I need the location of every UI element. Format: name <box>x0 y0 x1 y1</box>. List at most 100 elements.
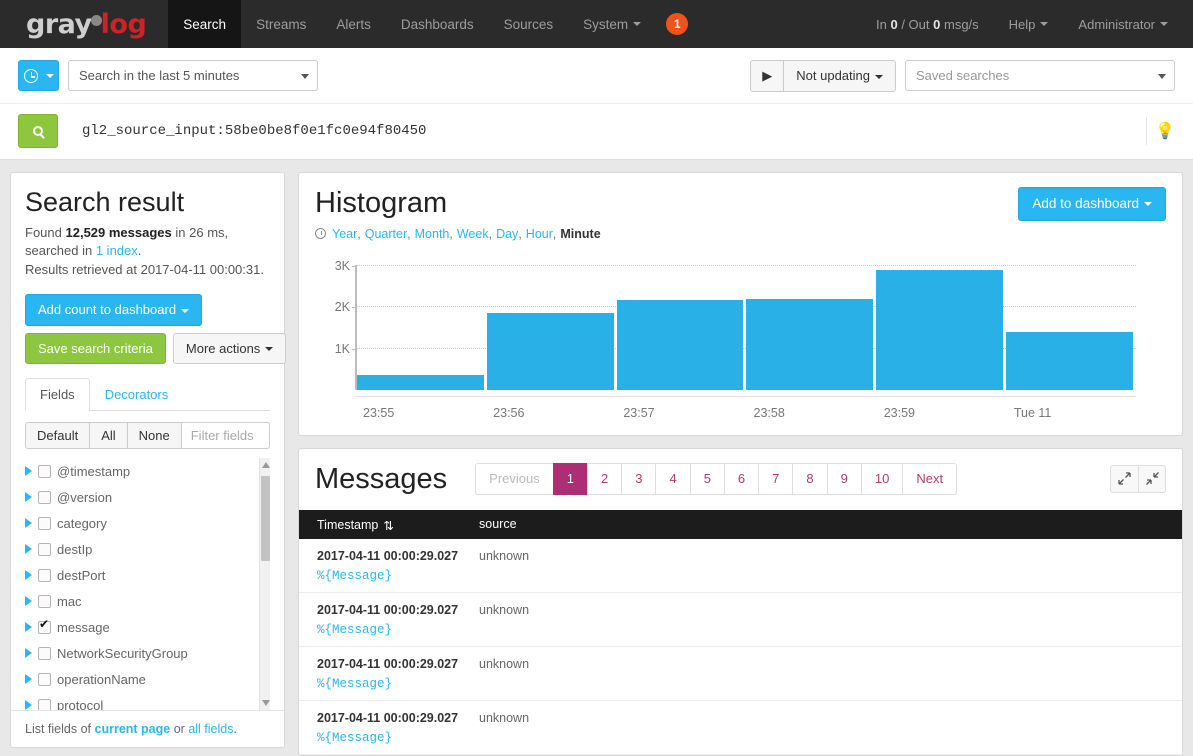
field-checkbox[interactable] <box>38 569 51 582</box>
bar-2356[interactable] <box>487 313 614 390</box>
expand-triangle-icon[interactable] <box>25 570 32 580</box>
expand-triangle-icon[interactable] <box>25 596 32 606</box>
page-3[interactable]: 3 <box>621 463 655 495</box>
bar-2357[interactable] <box>617 300 744 390</box>
nav-item-help[interactable]: Help <box>994 0 1064 48</box>
field-row[interactable]: destIp <box>25 536 248 562</box>
page-10[interactable]: 10 <box>861 463 902 495</box>
field-row[interactable]: category <box>25 510 248 536</box>
field-checkbox[interactable] <box>38 491 51 504</box>
expand-all-icon[interactable] <box>1110 465 1138 493</box>
field-row[interactable]: mac <box>25 588 248 614</box>
page-4[interactable]: 4 <box>655 463 689 495</box>
tab-decorators[interactable]: Decorators <box>90 378 184 411</box>
fields-all-button[interactable]: All <box>89 422 126 449</box>
field-checkbox[interactable] <box>38 673 51 686</box>
histogram-chart[interactable]: 3K 2K 1K 23:55 23:56 23 <box>315 255 1166 425</box>
scroll-down-icon[interactable] <box>262 700 270 706</box>
column-source[interactable]: source <box>479 510 1182 539</box>
page-7[interactable]: 7 <box>758 463 792 495</box>
field-row[interactable]: message <box>25 614 248 640</box>
field-checkbox[interactable] <box>38 543 51 556</box>
refresh-interval-button[interactable]: Not updating <box>783 60 896 92</box>
page-next[interactable]: Next <box>902 463 957 495</box>
nav-item-alerts[interactable]: Alerts <box>321 0 386 48</box>
field-row[interactable]: operationName <box>25 666 248 692</box>
field-checkbox[interactable] <box>38 699 51 710</box>
nav-item-system[interactable]: System <box>568 0 656 48</box>
nav-item-search[interactable]: Search <box>168 0 241 48</box>
graylog-logo[interactable]: graylog <box>0 0 168 48</box>
expand-triangle-icon[interactable] <box>25 674 32 684</box>
page-8[interactable]: 8 <box>792 463 826 495</box>
page-2[interactable]: 2 <box>587 463 621 495</box>
expand-triangle-icon[interactable] <box>25 466 32 476</box>
nav-item-user[interactable]: Administrator <box>1063 0 1183 48</box>
field-row[interactable]: protocol <box>25 692 248 709</box>
saved-searches-placeholder: Saved searches <box>916 68 1009 83</box>
resolution-day[interactable]: Day <box>496 227 518 241</box>
table-row[interactable]: 2017-04-11 00:00:29.027 %{Message} unkno… <box>299 700 1182 754</box>
saved-searches-select[interactable]: Saved searches <box>905 60 1175 91</box>
expand-triangle-icon[interactable] <box>25 622 32 632</box>
page-5[interactable]: 5 <box>690 463 724 495</box>
expand-triangle-icon[interactable] <box>25 544 32 554</box>
resolution-year[interactable]: Year <box>332 227 357 241</box>
bar-2355[interactable] <box>357 375 484 389</box>
field-checkbox[interactable] <box>38 465 51 478</box>
scroll-up-icon[interactable] <box>262 462 270 468</box>
add-to-dashboard-button[interactable]: Add to dashboard <box>1018 187 1166 221</box>
field-checkbox[interactable] <box>38 517 51 530</box>
page-9[interactable]: 9 <box>827 463 861 495</box>
filter-fields-input[interactable] <box>181 422 270 449</box>
resolution-minute-selected[interactable]: Minute <box>560 227 600 241</box>
query-hint-icon[interactable]: 💡 <box>1146 117 1175 145</box>
bar-2359[interactable] <box>876 270 1003 390</box>
expand-triangle-icon[interactable] <box>25 492 32 502</box>
timerange-type-button[interactable] <box>18 60 59 91</box>
column-timestamp[interactable]: Timestamp⇅ <box>299 510 479 539</box>
table-row[interactable]: 2017-04-11 00:00:29.027 %{Message} unkno… <box>299 646 1182 700</box>
field-row[interactable]: NetworkSecurityGroup <box>25 640 248 666</box>
search-input[interactable] <box>80 122 1136 140</box>
refresh-play-button[interactable]: ▶ <box>750 60 783 92</box>
nav-item-dashboards[interactable]: Dashboards <box>386 0 489 48</box>
bar-tue11[interactable] <box>1006 332 1133 390</box>
expand-triangle-icon[interactable] <box>25 518 32 528</box>
page-6[interactable]: 6 <box>724 463 758 495</box>
fields-default-button[interactable]: Default <box>25 422 89 449</box>
notification-badge[interactable]: 1 <box>666 13 688 35</box>
expand-triangle-icon[interactable] <box>25 648 32 658</box>
relative-timerange-select[interactable]: Search in the last 5 minutes <box>68 60 318 91</box>
collapse-all-icon[interactable] <box>1138 465 1166 493</box>
search-submit-button[interactable] <box>18 114 58 148</box>
index-link[interactable]: 1 index <box>96 243 138 258</box>
bar-2358[interactable] <box>746 299 873 390</box>
field-checkbox[interactable] <box>38 647 51 660</box>
field-checkbox[interactable] <box>38 595 51 608</box>
save-search-criteria-button[interactable]: Save search criteria <box>25 333 166 365</box>
resolution-quarter[interactable]: Quarter <box>365 227 407 241</box>
table-row[interactable]: 2017-04-11 00:00:29.027 %{Message} unkno… <box>299 592 1182 646</box>
resolution-week[interactable]: Week <box>457 227 489 241</box>
nav-item-sources[interactable]: Sources <box>489 0 569 48</box>
resolution-hour[interactable]: Hour <box>526 227 553 241</box>
current-page-link[interactable]: current page <box>95 722 171 736</box>
field-checkbox[interactable] <box>38 621 51 634</box>
page-1[interactable]: 1 <box>553 463 587 495</box>
resolution-month[interactable]: Month <box>415 227 450 241</box>
page-previous[interactable]: Previous <box>475 463 553 495</box>
table-row[interactable]: 2017-04-11 00:00:29.027 %{Message} unkno… <box>299 539 1182 593</box>
field-row[interactable]: destPort <box>25 562 248 588</box>
scrollbar-thumb[interactable] <box>261 476 270 561</box>
all-fields-link[interactable]: all fields <box>188 722 233 736</box>
field-row[interactable]: @timestamp <box>25 458 248 484</box>
add-count-to-dashboard-button[interactable]: Add count to dashboard <box>25 294 202 326</box>
tab-fields[interactable]: Fields <box>25 378 90 411</box>
nav-item-streams[interactable]: Streams <box>241 0 321 48</box>
fields-none-button[interactable]: None <box>127 422 181 449</box>
field-list-scrollbar[interactable] <box>259 458 270 709</box>
more-actions-button[interactable]: More actions <box>173 333 286 365</box>
field-row[interactable]: @version <box>25 484 248 510</box>
expand-triangle-icon[interactable] <box>25 700 32 709</box>
